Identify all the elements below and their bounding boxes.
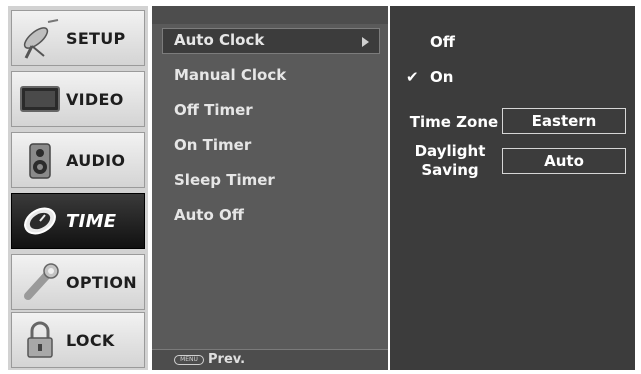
tab-time-label: TIME [66, 210, 117, 232]
menu-item-sleep-timer[interactable]: Sleep Timer [174, 171, 275, 189]
auto-clock-settings-panel: Off ✔ On Time Zone Eastern Daylight Savi… [390, 6, 635, 370]
satellite-dish-icon [23, 19, 59, 59]
clock-icon [24, 207, 56, 235]
tab-time[interactable]: TIME [11, 193, 145, 249]
menu-button-icon: MENU [174, 355, 204, 365]
option-off[interactable]: Off [430, 33, 455, 51]
checkmark-icon: ✔ [406, 68, 419, 86]
menu-tab-column: SETUP VIDEO AUDIO TIME OPTION LOCK [8, 6, 148, 370]
prev-hint[interactable]: Prev. [208, 352, 245, 367]
tab-option[interactable]: OPTION [11, 254, 145, 310]
tab-option-label: OPTION [66, 272, 137, 292]
daylight-saving-field[interactable]: Auto [502, 148, 626, 174]
tab-setup[interactable]: SETUP [11, 10, 145, 66]
time-menu-panel: Auto Clock Manual Clock Off Timer On Tim… [152, 6, 388, 370]
wrench-icon [24, 263, 59, 300]
speaker-icon [29, 143, 51, 179]
menu-footer: MENU Prev. [152, 349, 388, 370]
time-zone-field[interactable]: Eastern [502, 108, 626, 134]
daylight-saving-label-line2: Saving [421, 161, 479, 179]
menu-item-manual-clock[interactable]: Manual Clock [174, 66, 286, 84]
menu-top-strip [152, 6, 388, 24]
option-on[interactable]: On [430, 68, 453, 86]
tab-lock[interactable]: LOCK [11, 312, 145, 368]
tab-audio[interactable]: AUDIO [11, 132, 145, 188]
menu-item-auto-off[interactable]: Auto Off [174, 206, 244, 224]
menu-item-on-timer[interactable]: On Timer [174, 136, 251, 154]
tab-setup-label: SETUP [66, 28, 126, 48]
tab-video-label: VIDEO [66, 89, 124, 109]
tab-video[interactable]: VIDEO [11, 71, 145, 127]
daylight-saving-label-line1: Daylight [414, 142, 486, 160]
time-zone-label: Time Zone [409, 113, 499, 131]
monitor-icon [20, 86, 60, 112]
tab-lock-label: LOCK [66, 330, 115, 350]
menu-item-off-timer[interactable]: Off Timer [174, 101, 253, 119]
padlock-icon [27, 321, 53, 358]
tab-audio-label: AUDIO [66, 150, 126, 170]
menu-item-auto-clock[interactable]: Auto Clock [174, 31, 264, 49]
submenu-arrow-icon [362, 37, 369, 47]
